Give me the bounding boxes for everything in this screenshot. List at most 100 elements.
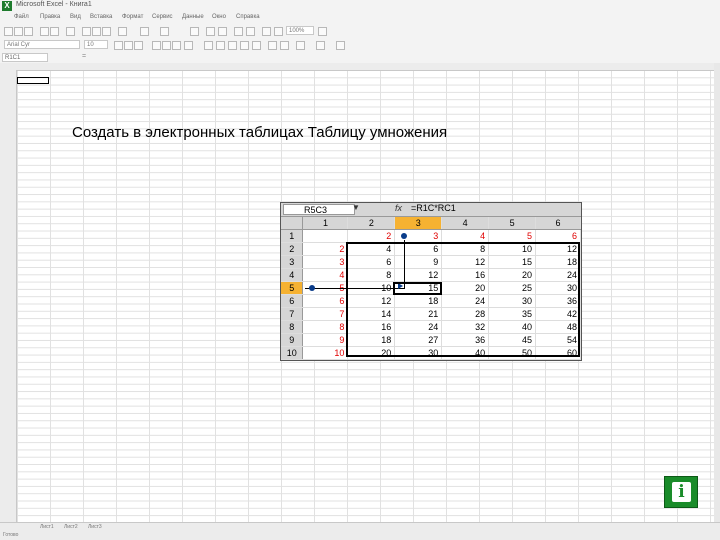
copy-icon[interactable] (92, 27, 101, 36)
increase-indent-icon[interactable] (280, 41, 289, 50)
reference-dot-icon (309, 285, 315, 291)
col-header-highlighted: 3 (394, 217, 443, 230)
decrease-indent-icon[interactable] (268, 41, 277, 50)
inset-formula-bar: R5C3 ▼ fx =R1C*RC1 (281, 203, 581, 217)
window-title: Microsoft Excel - Книга1 (16, 1, 92, 8)
row-header: 6 (281, 294, 304, 308)
table-cell: 8 (302, 320, 349, 334)
menu-insert[interactable]: Вставка (90, 14, 112, 20)
table-cell: 2 (347, 229, 396, 243)
borders-icon[interactable] (296, 41, 305, 50)
undo-icon[interactable] (140, 27, 149, 36)
menu-format[interactable]: Формат (122, 14, 143, 20)
menu-data[interactable]: Данные (182, 14, 204, 20)
excel-app-icon: X (2, 1, 12, 11)
autosum-icon[interactable] (206, 27, 215, 36)
info-button[interactable]: i (664, 476, 698, 508)
help-icon[interactable] (318, 27, 327, 36)
paste-icon[interactable] (102, 27, 111, 36)
standard-toolbar: 100% (0, 24, 720, 38)
col-header: 4 (441, 217, 490, 230)
row-header: 7 (281, 307, 304, 321)
currency-icon[interactable] (204, 41, 213, 50)
title-bar: X Microsoft Excel - Книга1 (0, 0, 720, 14)
active-cell[interactable] (17, 77, 49, 84)
hyperlink-icon[interactable] (190, 27, 199, 36)
fill-color-icon[interactable] (316, 41, 325, 50)
sheet-tab-2[interactable]: Лист2 (64, 524, 78, 530)
zoom-select[interactable]: 100% (286, 26, 314, 35)
function-icon[interactable] (218, 27, 227, 36)
table-cell (302, 229, 349, 243)
row-header: 10 (281, 346, 304, 360)
menu-file[interactable]: Файл (14, 14, 29, 20)
chevron-down-icon: ▼ (352, 203, 360, 212)
cut-icon[interactable] (82, 27, 91, 36)
slide-heading: Создать в электронных таблицах Таблицу у… (72, 124, 448, 141)
bold-icon[interactable] (114, 41, 123, 50)
merge-center-icon[interactable] (184, 41, 193, 50)
table-cell: 6 (302, 294, 349, 308)
formatting-toolbar: Arial Cyr 10 (0, 38, 720, 52)
product-range-border (346, 242, 580, 357)
col-header: 1 (302, 217, 349, 230)
menu-help[interactable]: Справка (236, 14, 260, 20)
table-cell: 4 (441, 229, 490, 243)
row-header: 1 (281, 229, 304, 243)
sort-ascending-icon[interactable] (234, 27, 243, 36)
status-bar: Готово (0, 532, 720, 540)
redo-icon[interactable] (160, 27, 169, 36)
row-header: 9 (281, 333, 304, 347)
corner-cell (281, 217, 304, 230)
comma-style-icon[interactable] (228, 41, 237, 50)
column-headers[interactable] (0, 63, 714, 71)
spelling-icon[interactable] (66, 27, 75, 36)
table-row: 1 2 3 4 5 6 (281, 229, 581, 243)
save-icon[interactable] (24, 27, 33, 36)
preview-icon[interactable] (50, 27, 59, 36)
menu-bar: Файл Правка Вид Вставка Формат Сервис Да… (0, 13, 720, 24)
column-header-row: 1 2 3 4 5 6 (281, 217, 581, 230)
menu-edit[interactable]: Правка (40, 14, 60, 20)
col-header: 5 (488, 217, 537, 230)
font-color-icon[interactable] (336, 41, 345, 50)
align-right-icon[interactable] (172, 41, 181, 50)
sort-descending-icon[interactable] (246, 27, 255, 36)
sheet-tab-1[interactable]: Лист1 (40, 524, 54, 530)
menu-tools[interactable]: Сервис (152, 14, 173, 20)
new-icon[interactable] (4, 27, 13, 36)
italic-icon[interactable] (124, 41, 133, 50)
align-center-icon[interactable] (162, 41, 171, 50)
row-header-highlighted: 5 (281, 281, 304, 295)
table-cell: 5 (488, 229, 537, 243)
decrease-decimal-icon[interactable] (252, 41, 261, 50)
menu-view[interactable]: Вид (70, 14, 81, 20)
row-header: 4 (281, 268, 304, 282)
reference-line-horizontal (305, 288, 405, 289)
sheet-tab-3[interactable]: Лист3 (88, 524, 102, 530)
table-cell: 2 (302, 242, 349, 256)
vertical-scrollbar[interactable] (714, 63, 720, 522)
inset-name-box: R5C3 (283, 204, 355, 215)
row-headers[interactable] (0, 70, 17, 522)
format-painter-icon[interactable] (118, 27, 127, 36)
fx-icon: fx (395, 203, 403, 213)
chart-wizard-icon[interactable] (262, 27, 271, 36)
name-box[interactable]: R1C1 (2, 53, 48, 62)
table-cell: 10 (302, 346, 349, 360)
open-icon[interactable] (14, 27, 23, 36)
increase-decimal-icon[interactable] (240, 41, 249, 50)
col-header: 6 (535, 217, 581, 230)
status-text: Готово (3, 532, 19, 538)
print-icon[interactable] (40, 27, 49, 36)
font-name-select[interactable]: Arial Cyr (4, 40, 80, 49)
underline-icon[interactable] (134, 41, 143, 50)
drawing-icon[interactable] (274, 27, 283, 36)
font-size-select[interactable]: 10 (84, 40, 108, 49)
inset-formula-text: =R1C*RC1 (411, 203, 456, 213)
function-fx-icon[interactable]: = (82, 53, 86, 60)
menu-window[interactable]: Окно (212, 14, 226, 20)
align-left-icon[interactable] (152, 41, 161, 50)
percent-icon[interactable] (216, 41, 225, 50)
row-header: 2 (281, 242, 304, 256)
